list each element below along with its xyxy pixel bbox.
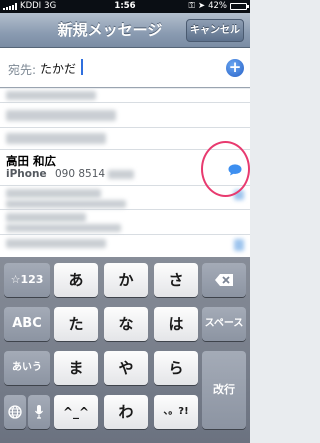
key-ta[interactable]: た bbox=[54, 307, 98, 341]
backspace-icon bbox=[215, 274, 233, 286]
key-ka[interactable]: か bbox=[104, 263, 148, 297]
add-contact-button[interactable]: + bbox=[226, 59, 244, 77]
battery-percent: 42% bbox=[208, 1, 227, 11]
globe-icon bbox=[8, 405, 22, 419]
microphone-key[interactable] bbox=[28, 395, 50, 429]
key-punctuation[interactable]: 、。?! bbox=[154, 395, 198, 429]
key-ma[interactable]: ま bbox=[54, 351, 98, 385]
return-key[interactable]: 改行 bbox=[202, 351, 246, 429]
key-abc[interactable]: ABC bbox=[4, 307, 50, 341]
key-sa[interactable]: さ bbox=[154, 263, 198, 297]
key-a[interactable]: あ bbox=[54, 263, 98, 297]
key-ya[interactable]: や bbox=[104, 351, 148, 385]
key-na[interactable]: な bbox=[104, 307, 148, 341]
page-title: 新規メッセージ bbox=[57, 21, 163, 39]
recipient-input[interactable]: たかだ bbox=[40, 60, 76, 77]
key-ra[interactable]: ら bbox=[154, 351, 198, 385]
japanese-keyboard: ☆123 あ か さ ABC た な は スペース あいう ま や ら 改行 ^… bbox=[0, 257, 250, 443]
location-icon: ➤ bbox=[197, 1, 206, 11]
recipient-label: 宛先: bbox=[8, 63, 37, 77]
key-wa[interactable]: わ bbox=[104, 395, 148, 429]
text-cursor bbox=[81, 59, 83, 75]
contact-phone-number: 090 8514 bbox=[55, 168, 106, 180]
recipient-field[interactable]: 宛先: たかだ + bbox=[0, 48, 250, 88]
key-emoticon[interactable]: ^_^ bbox=[54, 395, 98, 429]
contact-name: 高田 和広 bbox=[6, 154, 57, 168]
list-item[interactable] bbox=[0, 89, 250, 103]
key-numbers[interactable]: ☆123 bbox=[4, 263, 50, 297]
cancel-button[interactable]: キャンセル bbox=[186, 19, 244, 42]
highlight-annotation bbox=[201, 141, 250, 197]
list-item[interactable] bbox=[0, 103, 250, 128]
navigation-bar: 新規メッセージ キャンセル bbox=[0, 13, 250, 48]
status-bar: KDDI 3G 1:56 ⚿ ➤ 42% bbox=[0, 0, 250, 13]
key-ha[interactable]: は bbox=[154, 307, 198, 341]
microphone-icon bbox=[35, 405, 43, 419]
list-item[interactable] bbox=[0, 210, 250, 235]
key-kana[interactable]: あいう bbox=[4, 351, 50, 385]
globe-key[interactable] bbox=[4, 395, 26, 429]
space-key[interactable]: スペース bbox=[202, 307, 246, 341]
list-item[interactable] bbox=[0, 235, 250, 257]
battery-icon bbox=[230, 3, 249, 10]
backspace-key[interactable] bbox=[202, 263, 246, 297]
lock-icon: ⚿ bbox=[188, 1, 195, 11]
contact-phone-type: iPhone bbox=[6, 168, 47, 180]
